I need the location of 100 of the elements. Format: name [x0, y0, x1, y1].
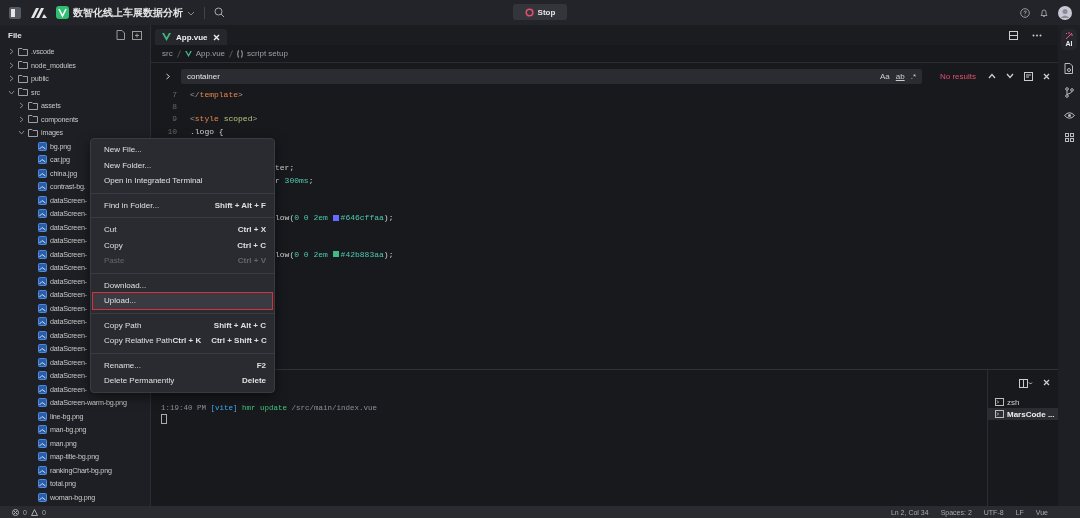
menu-item[interactable]: New File...	[93, 142, 272, 158]
menu-item[interactable]: Copy Path Shift + Alt + C	[93, 317, 272, 333]
color-swatch[interactable]	[332, 251, 339, 258]
breadcrumb-item[interactable]: App.vue	[195, 49, 226, 58]
menu-item[interactable]: Upload...	[93, 293, 272, 309]
chevron-icon[interactable]	[18, 129, 25, 137]
breadcrumb-item[interactable]: script setup	[247, 49, 288, 58]
chevron-icon[interactable]	[18, 115, 25, 123]
menu-item[interactable]: Cut Ctrl + X	[93, 222, 272, 238]
image-file-icon	[38, 330, 47, 340]
grid-icon[interactable]	[1064, 133, 1074, 142]
image-file-icon	[38, 465, 47, 475]
image-file-icon	[38, 141, 47, 151]
separator-icon	[176, 49, 181, 58]
menu-item[interactable]: Copy Relative PathCtrl + K Ctrl + Shift + C	[93, 333, 272, 349]
image-file-icon	[38, 344, 47, 354]
menu-item[interactable]: New Folder...	[93, 157, 272, 173]
close-icon[interactable]	[1043, 379, 1050, 386]
close-icon[interactable]	[1043, 72, 1050, 80]
avatar[interactable]	[1058, 5, 1072, 20]
warning-icon[interactable]	[30, 508, 38, 516]
menu-item[interactable]: Delete Permanently Delete	[93, 373, 272, 389]
find-option-toggle[interactable]: ab	[895, 71, 905, 81]
sidebar-toggle-icon[interactable]	[8, 5, 22, 20]
find-result: No results	[940, 71, 977, 81]
image-file-icon	[38, 209, 47, 219]
image-file-icon	[38, 479, 47, 489]
breadcrumb-item[interactable]: src	[162, 49, 173, 58]
menu-item[interactable]: Find in Folder... Shift + Alt + F	[93, 197, 272, 213]
next-match-icon[interactable]	[1006, 73, 1014, 79]
find-in-selection-icon[interactable]	[1024, 71, 1033, 81]
chevron-icon[interactable]	[8, 48, 15, 56]
code-line: </template>	[190, 89, 243, 99]
code-line: low(0 0 2em #42b883aa);	[275, 249, 394, 259]
image-file-icon	[38, 182, 47, 192]
image-file-icon	[38, 371, 47, 381]
image-file-icon	[38, 303, 47, 313]
color-swatch[interactable]	[332, 214, 339, 221]
menu-item[interactable]: Download...	[93, 277, 272, 293]
sparkle-icon	[1065, 32, 1073, 40]
image-file-icon	[38, 425, 47, 435]
branch-icon[interactable]	[1064, 87, 1074, 98]
menu-item[interactable]: Open in Integrated Terminal	[93, 173, 272, 189]
search-icon[interactable]	[214, 7, 225, 18]
image-file-icon	[38, 384, 47, 394]
v-logo-icon	[184, 50, 192, 57]
find-option-toggle[interactable]: .*	[910, 71, 916, 81]
code-line: <style scoped>	[190, 114, 258, 124]
new-file-icon[interactable]	[116, 30, 125, 40]
terminal-session[interactable]: MarsCode ...	[988, 408, 1058, 420]
image-file-icon	[38, 452, 47, 462]
chevron-icon[interactable]	[8, 75, 15, 83]
new-folder-icon[interactable]	[132, 30, 142, 40]
terminal-icon	[995, 398, 1004, 406]
image-file-icon	[38, 492, 47, 502]
line-number: 10	[166, 126, 178, 136]
chevron-icon[interactable]	[8, 61, 15, 69]
stop-button[interactable]: Stop	[513, 4, 567, 20]
image-file-icon	[38, 249, 47, 259]
code-line: r 300ms;	[275, 175, 314, 185]
code-line: .logo {	[190, 126, 224, 136]
menu-item[interactable]: Copy Ctrl + C	[93, 237, 272, 253]
help-icon[interactable]	[1020, 7, 1030, 18]
expand-icon[interactable]	[165, 72, 171, 80]
bell-icon[interactable]	[1039, 7, 1049, 18]
image-file-icon	[38, 357, 47, 367]
find-option-toggle[interactable]: Aa	[879, 71, 890, 81]
image-file-icon	[38, 290, 47, 300]
app-logo-icon	[56, 6, 69, 19]
editor-tab[interactable]: App.vue	[155, 29, 227, 45]
previous-match-icon[interactable]	[988, 73, 996, 79]
file-search-icon[interactable]	[1064, 63, 1074, 74]
image-file-icon	[38, 411, 47, 421]
chevron-icon[interactable]	[18, 102, 25, 110]
error-icon[interactable]	[12, 508, 19, 516]
split-terminal-icon[interactable]	[1019, 379, 1033, 388]
circle-icon	[524, 7, 534, 17]
image-file-icon	[38, 276, 47, 286]
image-file-icon	[38, 263, 47, 273]
split-editor-icon[interactable]	[1009, 30, 1018, 40]
find-field[interactable]: container Aa ab .*	[181, 68, 922, 84]
braces-icon	[237, 49, 244, 58]
eye-icon[interactable]	[1063, 111, 1075, 120]
image-file-icon	[38, 398, 47, 408]
more-icon[interactable]	[1032, 33, 1042, 37]
image-file-icon	[38, 236, 47, 246]
project-selector[interactable]: 数智化线上车展数据分析	[56, 5, 195, 20]
code-line: ter;	[275, 163, 295, 173]
code-line: low(0 0 2em #646cffaa);	[275, 212, 394, 222]
image-file-icon	[38, 168, 47, 178]
menu-item[interactable]: Rename... F2	[93, 357, 272, 373]
image-file-icon	[38, 222, 47, 232]
terminal-session[interactable]: zsh	[988, 396, 1058, 408]
line-number: 7	[171, 89, 178, 99]
image-file-icon	[38, 155, 47, 165]
image-file-icon	[38, 317, 47, 327]
separator-icon	[229, 49, 234, 58]
image-file-icon	[38, 438, 47, 448]
panel-title: File	[8, 30, 22, 40]
chevron-icon[interactable]	[8, 88, 15, 96]
